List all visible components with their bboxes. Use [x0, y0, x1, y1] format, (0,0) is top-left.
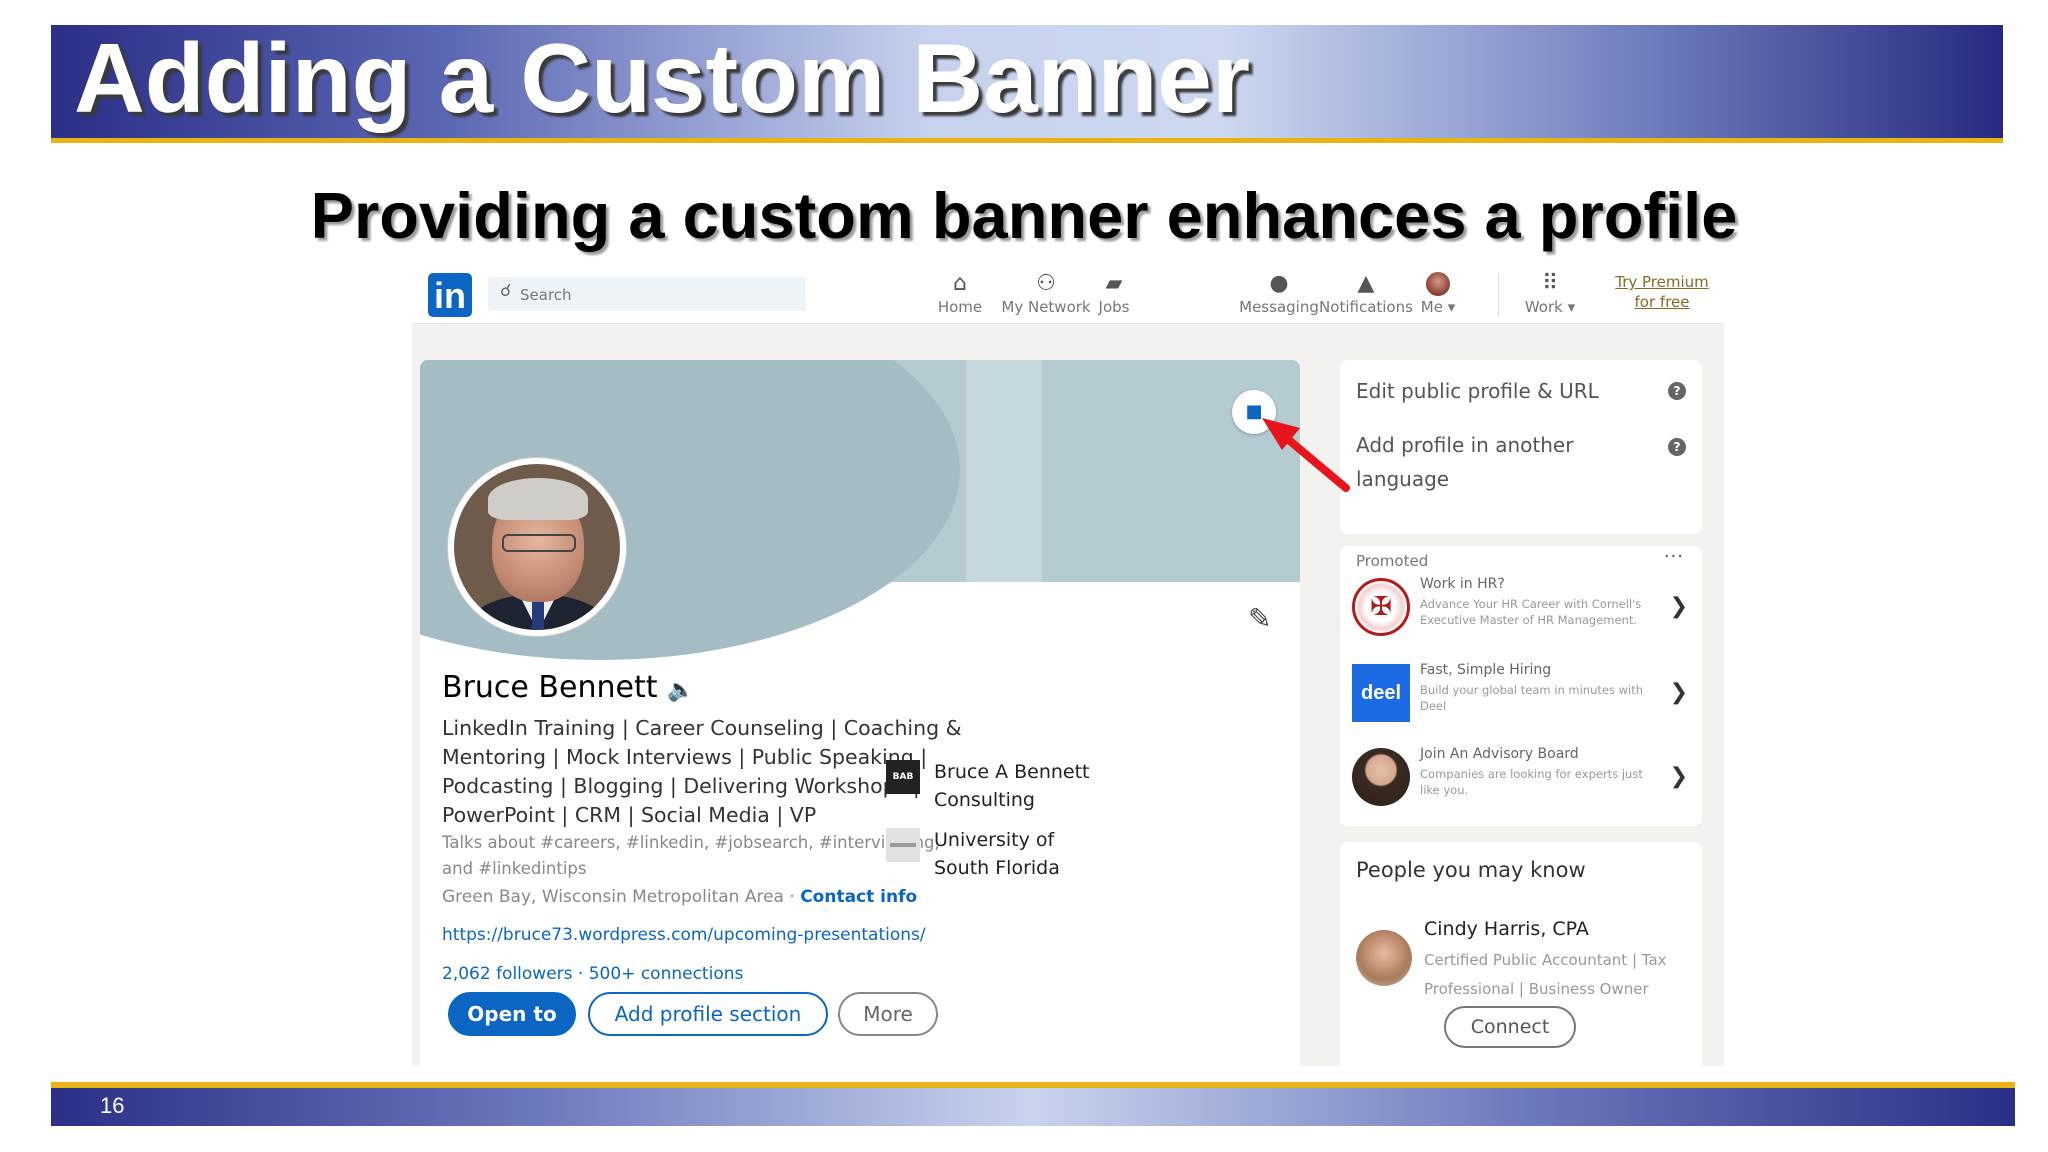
slide-number: 16: [100, 1093, 125, 1118]
footer-bar: [51, 1088, 2015, 1126]
annotation-arrow: [1262, 418, 1350, 492]
